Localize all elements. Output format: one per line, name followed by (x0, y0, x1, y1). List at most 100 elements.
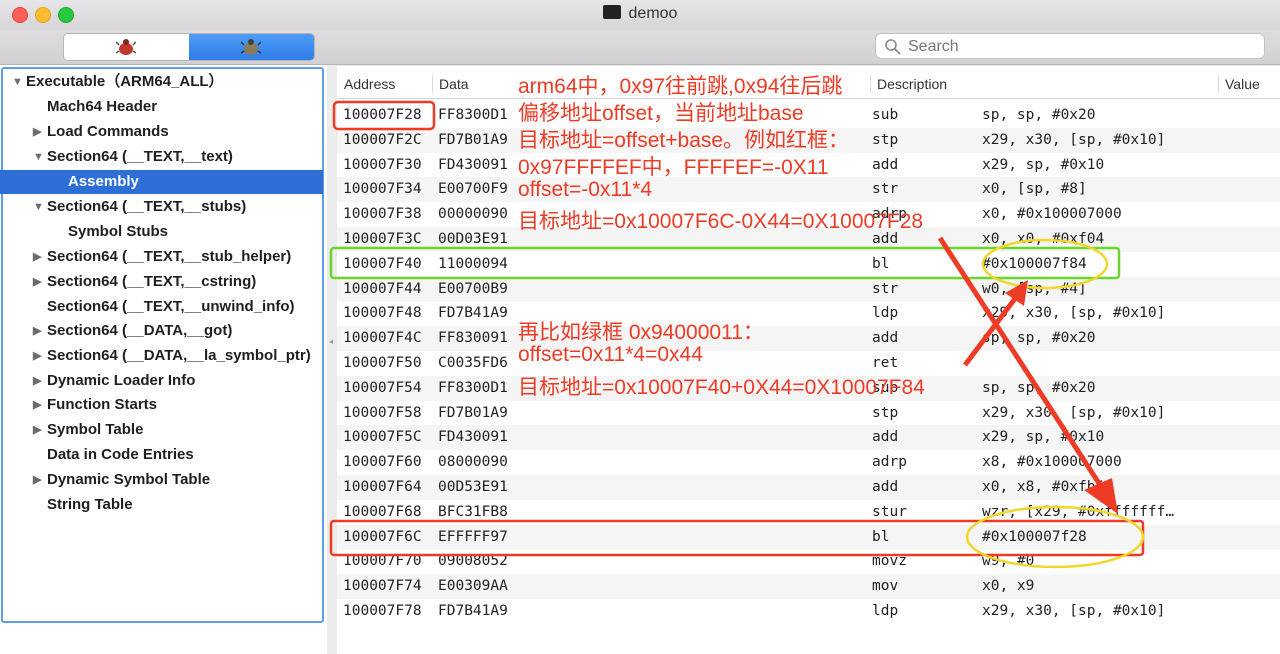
table-row[interactable]: 100007F74 E00309AA mov x0, x9 (337, 574, 1280, 600)
sidebar-item-label: Mach64 Header (47, 98, 158, 115)
cell-address: 100007F44 (343, 280, 422, 297)
sidebar-item[interactable]: ▶ Symbol Table (0, 418, 323, 442)
table-row[interactable]: 100007F70 09008052 movz w9, #0 (337, 549, 1280, 574)
table-row[interactable]: 100007F58 FD7B01A9 stp x29, x30, [sp, #0x10… (337, 401, 1280, 426)
cell-data: E00700B9 (438, 280, 508, 297)
table-row[interactable]: 100007F64 00D53E91 add x0, x8, #0xfb5 (337, 475, 1280, 500)
cell-operands: x29, x30, [sp, #0x10] (982, 404, 1166, 421)
column-header-address[interactable]: Address (344, 76, 395, 92)
sidebar-item-label: Dynamic Symbol Table (47, 471, 211, 488)
table-row[interactable]: 100007F68 BFC31FB8 stur wzr, [x29, #0xfffff… (337, 500, 1280, 525)
disclosure-expanded-icon[interactable]: ▼ (12, 70, 23, 94)
disclosure-expanded-icon[interactable]: ▼ (33, 195, 44, 219)
disclosure-collapsed-icon[interactable]: ▶ (33, 245, 41, 269)
sidebar-item-label: Section64 (__TEXT,__unwind_info) (47, 298, 295, 315)
column-header-data[interactable]: Data (439, 76, 469, 92)
column-header-description[interactable]: Description (877, 76, 947, 92)
cell-operands: #0x100007f84 (982, 255, 1087, 272)
disclosure-collapsed-icon[interactable]: ▶ (33, 270, 41, 294)
sidebar-item[interactable]: ▶ Dynamic Symbol Table (0, 468, 323, 492)
search-field[interactable] (875, 33, 1265, 59)
cell-operands: x29, x30, [sp, #0x10] (982, 603, 1166, 619)
sidebar-item[interactable]: ▶ Section64 (__TEXT,__cstring) (0, 270, 323, 294)
cell-operands: x29, x30, [sp, #0x10] (982, 131, 1166, 148)
sidebar-item[interactable]: ▼ Section64 (__TEXT,__stubs) (0, 195, 323, 219)
cell-operands: x0, [sp, #8] (982, 181, 1087, 198)
table-row[interactable]: 100007F78 FD7B41A9 ldp x29, x30, [sp, #0x10… (337, 599, 1280, 624)
sidebar-item[interactable]: Mach64 Header (0, 95, 323, 119)
sidebar-item[interactable]: ▶ Function Starts (0, 393, 323, 417)
sidebar-item[interactable]: ▶ Section64 (__TEXT,__stub_helper) (0, 245, 323, 269)
sidebar-item[interactable]: Data in Code Entries (0, 443, 323, 467)
cell-address: 100007F58 (343, 404, 422, 421)
cell-mnemonic: stur (872, 503, 907, 520)
cell-data: FD430091 (438, 429, 508, 446)
cell-data: 00D53E91 (438, 479, 508, 495)
disclosure-collapsed-icon[interactable]: ▶ (33, 468, 41, 492)
table-row[interactable]: 100007F60 08000090 adrp x8, #0x100007000 (337, 450, 1280, 475)
table-row[interactable]: 100007F44 E00700B9 str w0, [sp, #4] (337, 276, 1280, 302)
window-title-text: demoo (628, 5, 678, 22)
cell-data: E00700F9 (438, 181, 508, 198)
table-row[interactable]: 100007F48 FD7B41A9 ldp x29, x30, [sp, #0x10… (337, 301, 1280, 326)
sidebar-item-label: Symbol Table (47, 421, 144, 438)
title-bar: demoo (0, 0, 1280, 30)
column-header-value[interactable]: Value (1225, 76, 1260, 92)
cell-data: FD430091 (438, 156, 508, 173)
terminal-icon (602, 5, 621, 19)
table-row[interactable]: 100007F4C FF830091 add sp, sp, #0x20 (337, 326, 1280, 352)
sidebar-item[interactable]: ▶ Load Commands (0, 120, 323, 144)
sidebar-item[interactable]: Section64 (__TEXT,__unwind_info) (0, 295, 323, 319)
cell-mnemonic: add (872, 479, 899, 495)
sidebar-item-label: Load Commands (47, 123, 169, 140)
cell-data: E00309AA (438, 578, 508, 595)
disclosure-collapsed-icon[interactable]: ▶ (33, 369, 41, 393)
cell-mnemonic: stp (872, 404, 899, 421)
disclosure-expanded-icon[interactable]: ▼ (33, 145, 44, 169)
table-row[interactable]: 100007F6C EFFFFF97 bl #0x100007f28 (337, 524, 1280, 550)
table-row[interactable]: 100007F5C FD430091 add x29, sp, #0x10 (337, 425, 1280, 451)
sidebar-item[interactable]: ▼ Section64 (__TEXT,__text) (0, 145, 323, 169)
annotation-line: arm64中，0x97往前跳,0x94往后跳 (518, 75, 843, 98)
cell-address: 100007F68 (343, 503, 422, 520)
bug-gray-icon (241, 39, 261, 55)
sidebar-item[interactable]: Symbol Stubs (0, 220, 323, 244)
cell-address: 100007F74 (343, 578, 422, 595)
disclosure-collapsed-icon[interactable]: ▶ (33, 344, 41, 368)
cell-operands: x8, #0x100007000 (982, 454, 1122, 471)
disclosure-collapsed-icon[interactable]: ▶ (33, 418, 41, 442)
sidebar-item[interactable]: ▶ Section64 (__DATA,__got) (0, 319, 323, 343)
cell-data: FD7B01A9 (438, 131, 508, 148)
rva-view-segment[interactable] (189, 34, 314, 60)
table-row[interactable]: 100007F40 11000094 bl #0x100007f84 (337, 252, 1280, 277)
cell-address: 100007F30 (343, 156, 422, 173)
sidebar-item[interactable]: ▼ Executable（ARM64_ALL） (0, 70, 323, 94)
annotation-line: 偏移地址offset，当前地址base (518, 102, 804, 125)
sidebar-item-label: Function Starts (47, 396, 158, 413)
split-view-divider[interactable]: ◂ (327, 65, 337, 654)
sidebar-item[interactable]: ▶ Dynamic Loader Info (0, 369, 323, 393)
cell-data: EFFFFF97 (438, 528, 508, 545)
disclosure-collapsed-icon[interactable]: ▶ (33, 393, 41, 417)
table-row[interactable]: 100007F34 E00700F9 str x0, [sp, #8] (337, 177, 1280, 203)
search-input[interactable] (906, 36, 1250, 58)
cell-operands: wzr, [x29, #0xfffffff… (982, 503, 1175, 520)
view-segmented-control[interactable] (63, 33, 315, 61)
disclosure-collapsed-icon[interactable]: ▶ (33, 319, 41, 343)
sidebar: ▼ Executable（ARM64_ALL） Mach64 Header ▶ Load… (0, 65, 327, 654)
sidebar-item[interactable]: ▶ Section64 (__DATA,__la_symbol_ptr) (0, 344, 323, 368)
window-title: demoo (0, 5, 1280, 23)
cell-operands: x0, x9 (982, 578, 1035, 595)
cell-address: 100007F40 (343, 255, 422, 272)
cell-address: 100007F4C (343, 330, 422, 347)
cell-data: C0035FD6 (438, 355, 508, 371)
cell-address: 100007F5C (343, 429, 422, 446)
cell-data: FF8300D1 (438, 379, 508, 396)
sidebar-item[interactable]: String Table (0, 493, 323, 517)
cell-address: 100007F34 (343, 181, 422, 198)
raw-view-segment[interactable] (64, 34, 189, 60)
cell-mnemonic: sub (872, 107, 899, 123)
disclosure-collapsed-icon[interactable]: ▶ (33, 120, 41, 144)
sidebar-item[interactable]: Assembly (0, 170, 323, 194)
cell-mnemonic: add (872, 330, 899, 347)
